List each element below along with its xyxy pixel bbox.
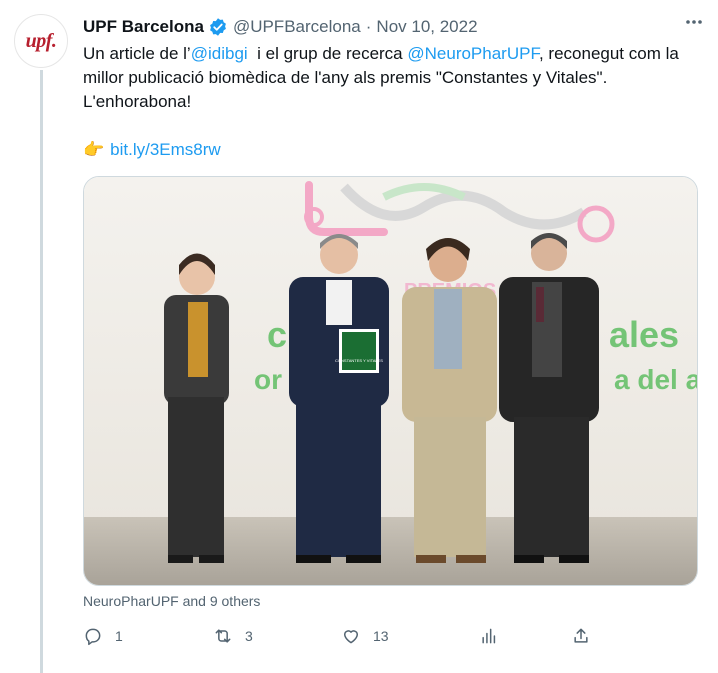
heart-icon [344,630,358,644]
tweet-date[interactable]: Nov 10, 2022 [376,17,477,37]
backdrop-text-c: c [267,314,287,355]
pointing-hand-emoji: 👉 [83,140,105,159]
person-woman [164,253,229,563]
tweet-photo[interactable]: PREMIOS c ales or p a del a CONSTANTES Y… [83,176,698,586]
retweet-button[interactable]: 3 [213,626,253,646]
account-name[interactable]: UPF Barcelona [83,17,204,37]
more-options-icon[interactable] [684,12,704,38]
verified-badge-icon[interactable] [208,17,228,37]
person-man-dark-suit [499,233,599,563]
reply-icon [85,628,101,646]
views-button[interactable] [479,626,511,646]
tweet-text-middle: i el grup de recerca [247,44,408,63]
reply-count: 1 [115,628,123,644]
share-icon [574,628,588,643]
mention-neuropharupf[interactable]: @NeuroPharUPF [407,44,539,63]
like-count: 13 [373,628,389,644]
backdrop-text-delta: a del a [614,364,698,395]
tweet-body: Un article de l’@idibgi i el grup de rec… [83,42,703,114]
avatar-logo-text: upf. [25,29,57,52]
account-handle[interactable]: @UPFBarcelona [233,17,361,37]
tweet-actions: 1 3 13 [83,626,603,650]
thread-line [40,70,43,673]
short-link[interactable]: bit.ly/3Ems8rw [110,138,221,162]
analytics-bar-icon [482,628,496,644]
award-plaque-text: CONSTANTES Y VITALES [335,358,383,363]
tweet-text: Un article de l’@idibgi i el grup de rec… [83,42,703,162]
backdrop-text-ales: ales [609,314,679,355]
tweet-header: UPF Barcelona @UPFBarcelona · Nov 10, 20… [83,15,704,39]
retweet-icon [215,629,231,643]
like-button[interactable]: 13 [341,626,389,646]
person-man-plaque: CONSTANTES Y VITALES [289,234,389,563]
tagged-users[interactable]: NeuroPharUPF and 9 others [83,593,260,609]
photo-scene: PREMIOS c ales or p a del a CONSTANTES Y… [84,177,698,585]
link-line: 👉 bit.ly/3Ems8rw [83,138,703,162]
mention-idibgi[interactable]: @idibgi [191,44,248,63]
tweet-text-prefix: Un article de l’ [83,44,191,63]
avatar[interactable]: upf. [14,14,68,68]
reply-button[interactable]: 1 [83,626,123,646]
share-button[interactable] [571,626,603,646]
retweet-count: 3 [245,628,253,644]
separator-dot: · [365,17,372,36]
